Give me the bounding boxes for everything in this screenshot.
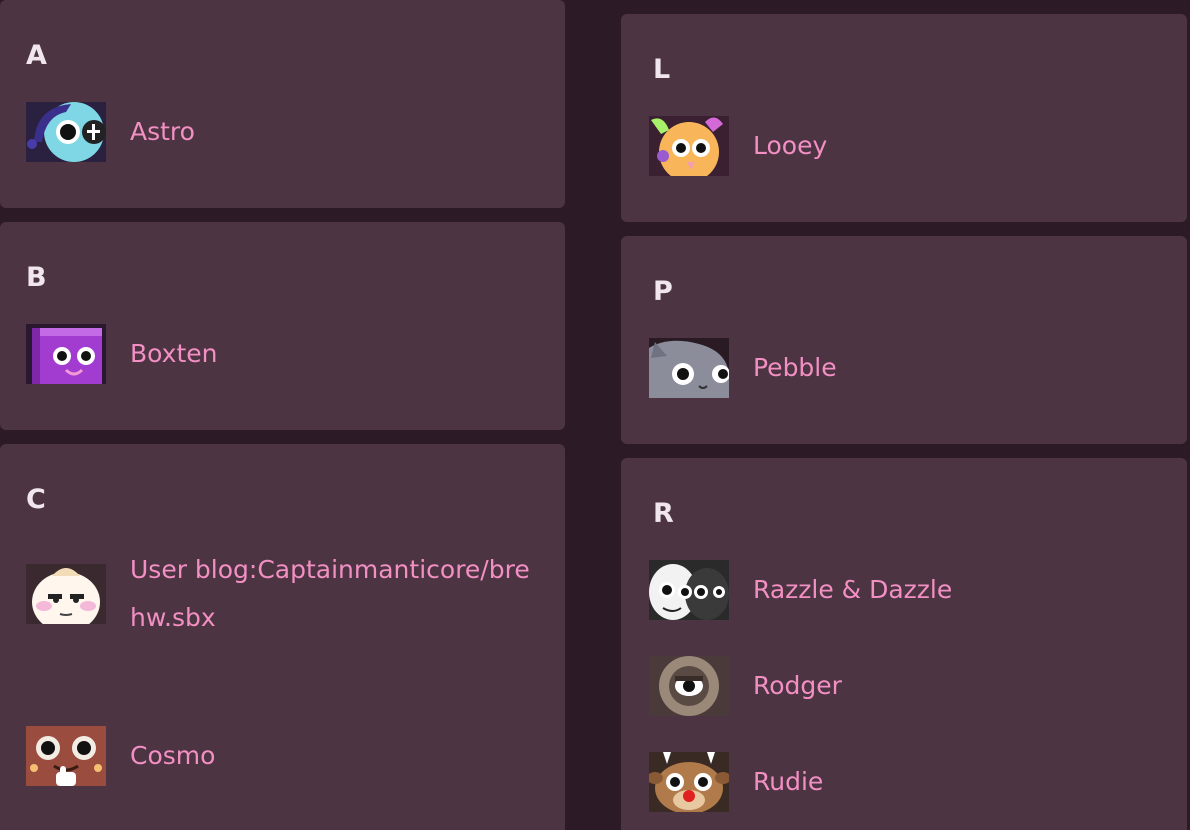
group-letter-c: C bbox=[26, 484, 61, 524]
cosmo-thumbnail[interactable] bbox=[26, 726, 106, 786]
entry-link[interactable]: User blog:Captainmanticore/brehw.sbx bbox=[130, 546, 540, 642]
category-page: A Astro B Boxten C User blog:Captainmant… bbox=[0, 0, 1190, 830]
brehw-thumbnail[interactable] bbox=[26, 564, 106, 624]
group-letter-a: A bbox=[26, 40, 61, 80]
entry-link[interactable]: Razzle & Dazzle bbox=[753, 566, 952, 614]
entry-link[interactable]: Pebble bbox=[753, 344, 837, 392]
list-item-boxten[interactable]: Boxten bbox=[26, 324, 218, 384]
rodger-thumbnail[interactable] bbox=[649, 656, 729, 716]
list-item-astro[interactable]: Astro bbox=[26, 102, 195, 162]
list-item-razzle-dazzle[interactable]: Razzle & Dazzle bbox=[649, 560, 952, 620]
entry-link[interactable]: Rudie bbox=[753, 758, 823, 806]
boxten-thumbnail[interactable] bbox=[26, 324, 106, 384]
list-item-brehw[interactable]: User blog:Captainmanticore/brehw.sbx bbox=[26, 546, 540, 642]
entry-link[interactable]: Boxten bbox=[130, 330, 218, 378]
entry-link[interactable]: Looey bbox=[753, 122, 827, 170]
group-letter-p: P bbox=[653, 276, 688, 316]
rudie-thumbnail[interactable] bbox=[649, 752, 729, 812]
group-card-b: B Boxten bbox=[0, 222, 565, 430]
group-letter-b: B bbox=[26, 262, 61, 302]
entry-link[interactable]: Cosmo bbox=[130, 732, 215, 780]
group-card-p: P Pebble bbox=[621, 236, 1187, 444]
razzle-dazzle-thumbnail[interactable] bbox=[649, 560, 729, 620]
list-item-rudie[interactable]: Rudie bbox=[649, 752, 823, 812]
group-card-r: R Razzle & Dazzle Rodger Rudie bbox=[621, 458, 1187, 830]
entry-link[interactable]: Rodger bbox=[753, 662, 842, 710]
entry-link[interactable]: Astro bbox=[130, 108, 195, 156]
list-item-cosmo[interactable]: Cosmo bbox=[26, 726, 215, 786]
list-item-rodger[interactable]: Rodger bbox=[649, 656, 842, 716]
looey-thumbnail[interactable] bbox=[649, 116, 729, 176]
group-card-a: A Astro bbox=[0, 0, 565, 208]
group-card-l: L Looey bbox=[621, 14, 1187, 222]
pebble-thumbnail[interactable] bbox=[649, 338, 729, 398]
group-letter-r: R bbox=[653, 498, 688, 538]
list-item-pebble[interactable]: Pebble bbox=[649, 338, 837, 398]
group-letter-l: L bbox=[653, 54, 689, 94]
astro-thumbnail[interactable] bbox=[26, 102, 106, 162]
group-card-c: C User blog:Captainmanticore/brehw.sbx C… bbox=[0, 444, 565, 830]
list-item-looey[interactable]: Looey bbox=[649, 116, 827, 176]
